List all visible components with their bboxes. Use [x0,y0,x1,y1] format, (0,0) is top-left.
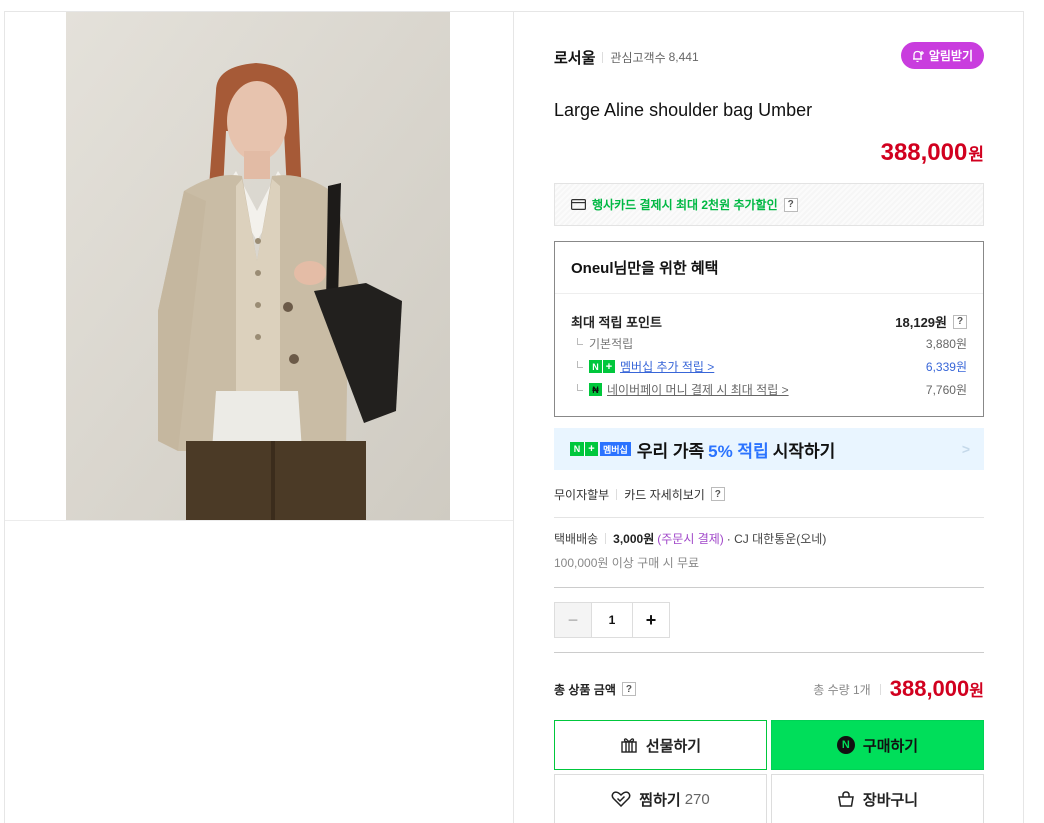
gift-icon [621,738,637,753]
store-name[interactable]: 로서울 [554,47,595,68]
total-price-wrap: 388,000원 [890,676,984,702]
credit-card-icon [571,199,586,210]
banner-text-before: 우리 가족 [636,441,705,461]
naver-pay-icon: ₦ [589,383,602,396]
help-icon[interactable]: ? [710,487,725,501]
max-points-label: 최대 적립 포인트 [571,315,662,330]
total-quantity-wrap: 총 수량 1개 388,000원 [813,676,984,702]
price-row: 388,000 원 [881,139,984,167]
membership-badge-icon: N + 멤버십 [570,442,631,456]
naver-plus-icon: N + [589,360,615,373]
basic-points-row: 기본적립 3,880원 [571,335,967,352]
npay-points-row: ₦ 네이버페이 머니 결제 시 최대 적립 > 7,760원 [571,381,967,398]
divider [554,517,984,518]
quantity-decrease-button[interactable]: − [555,603,591,637]
max-points-value: 18,129원 [895,315,947,330]
secondary-actions: 찜하기 270 장바구니 [554,774,984,823]
help-icon[interactable]: ? [621,682,636,696]
npay-points-value: 7,760원 [925,383,967,397]
fans-label: 관심고객수 [610,50,666,65]
divider [879,683,881,695]
basic-points-label: 기본적립 [589,337,634,351]
divider [616,488,618,500]
basic-points-value: 3,880원 [925,337,967,351]
max-points-value-wrap: 18,129원 ? [895,312,967,331]
buy-button[interactable]: N 구매하기 [771,720,984,770]
divider [605,533,607,544]
max-points-row: 최대 적립 포인트 18,129원 ? [571,312,967,331]
gift-button[interactable]: 선물하기 [554,720,767,770]
wishlist-count: 270 [684,790,710,808]
divider [602,51,604,63]
shipping-row: 택배배송 3,000원 (주문시 결제) · CJ 대한통운(오네) [554,530,826,547]
total-price: 388,000 [889,676,970,701]
banner-highlight: 5% 적립 [708,441,769,461]
naver-n-icon: N [836,736,855,754]
fans-count: 8,441 [668,50,699,64]
quantity-increase-button[interactable]: + [633,603,669,637]
card-promo-text: 행사카드 결제시 최대 2천원 추가할인 [592,198,778,212]
wishlist-label: 찜하기 [639,791,681,809]
price-unit: 원 [968,145,984,164]
membership-points-link[interactable]: 멤버십 추가 적립 > [620,358,714,375]
wishlist-button[interactable]: 찜하기 270 [554,774,767,823]
primary-actions: 선물하기 N 구매하기 [554,720,984,770]
cart-button[interactable]: 장바구니 [771,774,984,823]
shipping-type: 택배배송 [554,532,599,546]
total-quantity: 총 수량 1개 [813,682,871,697]
total-label: 총 상품 금액 [554,682,616,697]
banner-text-after: 시작하기 [772,441,836,461]
benefit-box: Oneul님만을 위한 혜택 최대 적립 포인트 18,129원 ? 기본적립 … [554,241,984,417]
free-shipping-note: 100,000원 이상 구매 시 무료 [554,556,700,570]
tree-connector [577,384,583,391]
help-icon[interactable]: ? [953,314,967,329]
membership-banner[interactable]: N + 멤버십 우리 가족 5% 적립 시작하기 > [554,428,984,470]
shipping-fee: 3,000원 [613,532,655,546]
total-price-unit: 원 [969,683,984,700]
membership-points-value: 6,339원 [925,360,967,374]
quantity-stepper: − 1 + [554,602,670,638]
benefit-heading: Oneul님만을 위한 혜택 [555,242,983,294]
installment-label[interactable]: 무이자할부 [554,486,609,503]
membership-points-row: N + 멤버십 추가 적립 > 6,339원 [571,358,967,375]
shipping-carrier: · CJ 대한통운(오네) [726,532,827,546]
divider [554,587,984,588]
quantity-value[interactable]: 1 [591,603,633,637]
help-icon[interactable]: ? [783,197,798,212]
store-row: 로서울 관심고객수 8,441 알림받기 [554,42,984,69]
bell-plus-icon [912,50,924,62]
gift-label: 선물하기 [645,737,702,755]
tree-connector [577,361,583,368]
product-price: 388,000 [880,139,968,166]
cart-label: 장바구니 [862,791,919,809]
card-detail-link[interactable]: 카드 자세히보기 [624,486,705,503]
total-row: 총 상품 금액 ? 총 수량 1개 388,000원 [554,675,984,703]
card-promo-banner[interactable]: 행사카드 결제시 최대 2천원 추가할인 ? [554,183,984,226]
tree-connector [577,338,583,345]
buy-label: 구매하기 [862,737,919,755]
divider [554,652,984,653]
npay-points-link[interactable]: 네이버페이 머니 결제 시 최대 적립 > [607,381,789,398]
shipping-fee-note: (주문시 결제) [657,532,724,546]
heart-check-icon [611,791,631,807]
product-title: Large Aline shoulder bag Umber [554,100,813,120]
alarm-button[interactable]: 알림받기 [900,42,984,69]
chevron-right-icon: > [961,441,970,457]
installment-row: 무이자할부 카드 자세히보기 ? [554,484,725,504]
shopping-bag-icon [838,791,854,807]
alarm-label: 알림받기 [928,49,973,63]
